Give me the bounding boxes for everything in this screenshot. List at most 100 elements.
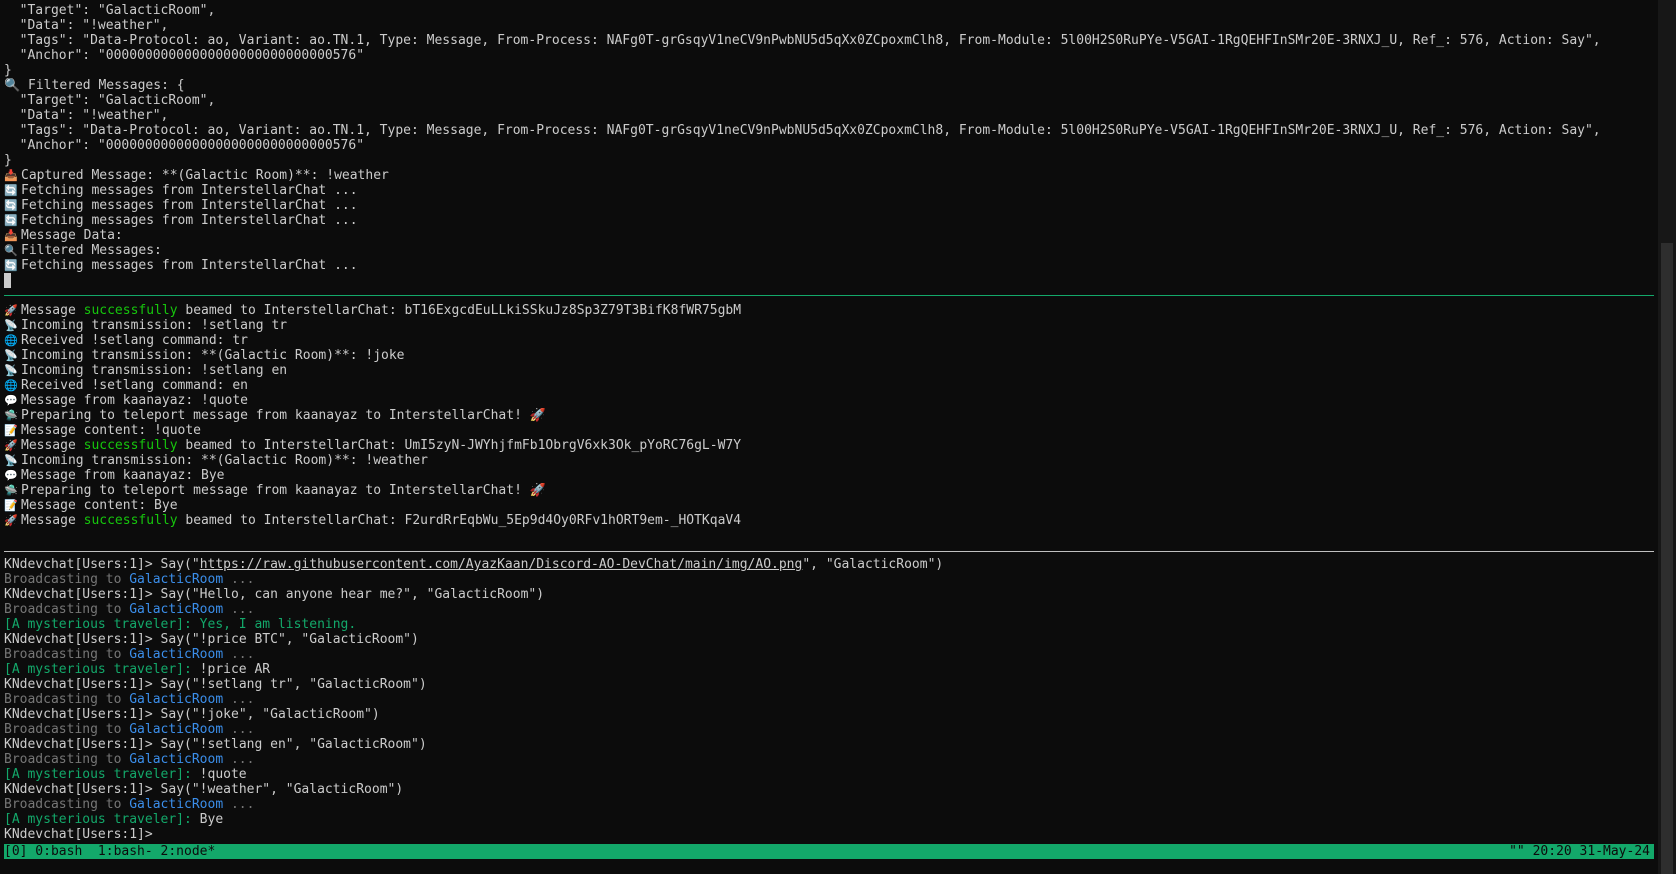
memo-icon: 📝 — [4, 499, 18, 512]
log-text: beamed to InterstellarChat: bT16ExgcdEuL… — [177, 303, 742, 318]
broadcast-prefix: Broadcasting to — [4, 602, 130, 617]
traveler-reply: Bye — [191, 812, 224, 827]
broadcast-line: Broadcasting to GalacticRoom ... — [4, 752, 1650, 767]
repl-prompt: KNdevchat[Users:1]> — [4, 737, 161, 752]
broadcast-suffix: ... — [223, 722, 255, 737]
traveler-reply-line: [A mysterious traveler]: !quote — [4, 767, 1650, 782]
tmux-status-bar: [0] 0:bash 1:bash- 2:node* "" 20:20 31-M… — [4, 844, 1654, 859]
log-line: 🔍 Filtered Messages: { — [4, 78, 185, 93]
broadcast-target: GalacticRoom — [129, 752, 224, 767]
log-text: Fetching messages from InterstellarChat … — [21, 183, 358, 198]
broadcast-suffix: ... — [223, 797, 255, 812]
log-line: 📡 Incoming transmission: !setlang tr — [4, 318, 1650, 333]
traveler-reply: Yes, I am listening. — [191, 617, 357, 632]
log-text: Fetching messages from InterstellarChat … — [21, 198, 358, 213]
scrollbar[interactable] — [1658, 0, 1676, 874]
log-text: Incoming transmission: !setlang en — [21, 363, 288, 378]
inbox-icon: 📥 — [4, 169, 18, 182]
repl-prompt: KNdevchat[Users:1]> — [4, 557, 161, 572]
log-line: 🚀 Message successfully beamed to Interste… — [4, 438, 1650, 453]
broadcast-target: GalacticRoom — [129, 602, 224, 617]
satellite-icon: 📡 — [4, 319, 18, 332]
log-line: 🛸 Preparing to teleport message from kaan… — [4, 483, 1650, 498]
log-text: Filtered Messages: — [21, 243, 162, 258]
traveler-label: [A mysterious traveler]: — [4, 662, 192, 677]
traveler-label: [A mysterious traveler]: — [4, 767, 192, 782]
scrollbar-thumb[interactable] — [1661, 243, 1673, 874]
broadcast-line: Broadcasting to GalacticRoom ... — [4, 797, 1650, 812]
log-text: Message content: !quote — [21, 423, 202, 438]
log-line: 🌐 Received !setlang command: en — [4, 378, 1650, 393]
log-line: 🚀 Message successfully beamed to Interste… — [4, 303, 1650, 318]
log-line: 📡 Incoming transmission: **(Galactic Room… — [4, 348, 1650, 363]
log-line: } — [4, 63, 12, 78]
log-line: 🔄 Fetching messages from InterstellarChat… — [4, 198, 1650, 213]
rocket-icon: 🚀 — [4, 439, 18, 452]
repl-command-line: KNdevchat[Users:1]> Say("!setlang tr", "… — [4, 677, 1650, 692]
log-line: 🚀 Message successfully beamed to Interste… — [4, 513, 1650, 528]
repl-command-line: KNdevchat[Users:1]> Say("!price BTC", "G… — [4, 632, 1650, 647]
search-icon: 🔍 — [4, 244, 18, 257]
satellite-icon: 📡 — [4, 454, 18, 467]
pane-divider[interactable] — [4, 295, 1654, 296]
repl-command: Say("!weather", "GalacticRoom") — [160, 782, 404, 797]
rocket-icon: 🚀 — [4, 304, 18, 317]
broadcast-suffix: ... — [223, 602, 255, 617]
broadcast-suffix: ... — [223, 572, 255, 587]
traveler-reply: !quote — [191, 767, 247, 782]
repl-command-line: KNdevchat[Users:1]> Say("!joke", "Galact… — [4, 707, 1650, 722]
log-pane-middle: 🚀 Message successfully beamed to Interste… — [4, 303, 1650, 537]
traveler-reply-line: [A mysterious traveler]: Bye — [4, 812, 1650, 827]
log-text: Message content: Bye — [21, 498, 178, 513]
satellite-icon: 📡 — [4, 364, 18, 377]
log-line: "Data": "!weather", — [4, 18, 169, 33]
inbox-icon: 📥 — [4, 229, 18, 242]
log-text: Message from kaanayaz: !quote — [21, 393, 248, 408]
speech-bubble-icon: 💬 — [4, 394, 18, 407]
terminal-cursor — [4, 273, 11, 288]
log-line: 📥 Message Data: — [4, 228, 1650, 243]
traveler-label: [A mysterious traveler]: — [4, 617, 192, 632]
broadcast-suffix: ... — [223, 692, 255, 707]
log-line: 📡 Incoming transmission: !setlang en — [4, 363, 1650, 378]
traveler-label: [A mysterious traveler]: — [4, 812, 192, 827]
broadcast-line: Broadcasting to GalacticRoom ... — [4, 692, 1650, 707]
repl-command-line: KNdevchat[Users:1]> Say("Hello, can anyo… — [4, 587, 1650, 602]
repl-command-line: KNdevchat[Users:1]> Say("https://raw.git… — [4, 557, 1650, 572]
broadcast-suffix: ... — [223, 647, 255, 662]
log-line: 🔄 Fetching messages from InterstellarChat… — [4, 258, 1650, 273]
log-text: Incoming transmission: **(Galactic Room)… — [21, 453, 428, 468]
success-word: successfully — [83, 438, 178, 453]
log-line: "Anchor": "00000000000000000000000000000… — [4, 48, 365, 63]
log-line: 🔄 Fetching messages from InterstellarChat… — [4, 213, 1650, 228]
log-text: Fetching messages from InterstellarChat … — [21, 213, 358, 228]
repl-command: Say("!setlang en", "GalacticRoom") — [160, 737, 427, 752]
log-text: Preparing to teleport message from kaana… — [21, 408, 546, 423]
log-text: Message — [21, 303, 84, 318]
broadcast-prefix: Broadcasting to — [4, 752, 130, 767]
broadcast-line: Broadcasting to GalacticRoom ... — [4, 602, 1650, 617]
repl-command-line: KNdevchat[Users:1]> Say("!weather", "Gal… — [4, 782, 1650, 797]
ufo-icon: 🛸 — [4, 409, 18, 422]
speech-bubble-icon: 💬 — [4, 469, 18, 482]
log-line: 🛸 Preparing to teleport message from kaan… — [4, 408, 1650, 423]
pane-divider[interactable] — [4, 551, 1654, 552]
repl-prompt: KNdevchat[Users:1]> — [4, 677, 161, 692]
globe-icon: 🌐 — [4, 379, 18, 392]
broadcast-prefix: Broadcasting to — [4, 797, 130, 812]
refresh-icon: 🔄 — [4, 259, 18, 272]
log-text: beamed to InterstellarChat: UmI5zyN-JWYh… — [177, 438, 742, 453]
image-url-link[interactable]: https://raw.githubusercontent.com/AyazKa… — [200, 557, 803, 572]
repl-pane[interactable]: KNdevchat[Users:1]> Say("https://raw.git… — [4, 557, 1650, 844]
log-line: "Target": "GalacticRoom", — [4, 3, 216, 18]
tmux-window-list[interactable]: [0] 0:bash 1:bash- 2:node* — [4, 844, 215, 859]
repl-prompt: KNdevchat[Users:1]> — [4, 827, 161, 842]
log-line: } — [4, 153, 12, 168]
log-text: beamed to InterstellarChat: F2urdRrEqbWu… — [177, 513, 742, 528]
traveler-reply-line: [A mysterious traveler]: Yes, I am liste… — [4, 617, 1650, 632]
success-word: successfully — [83, 303, 178, 318]
repl-input-line[interactable]: KNdevchat[Users:1]> — [4, 827, 1650, 842]
log-line: 💬 Message from kaanayaz: Bye — [4, 468, 1650, 483]
broadcast-prefix: Broadcasting to — [4, 647, 130, 662]
log-text: Message — [21, 438, 84, 453]
